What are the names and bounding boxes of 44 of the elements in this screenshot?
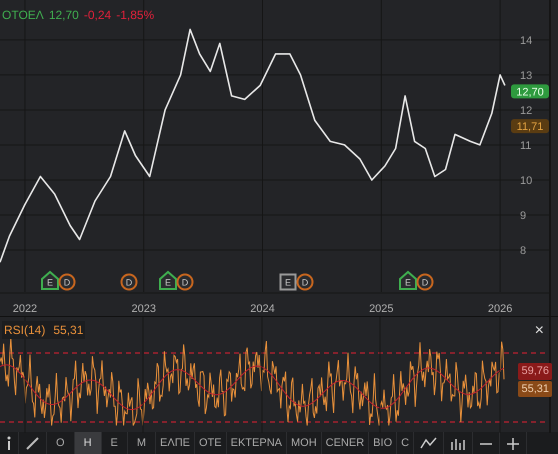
zoom-in-icon[interactable] (506, 436, 520, 450)
price-change: -0,24 (84, 7, 112, 24)
symbol-tab[interactable]: ΕΚΤΕΡΝΑ (226, 432, 287, 454)
line-chart-icon[interactable] (420, 436, 438, 450)
x-axis-label: 2025 (369, 303, 394, 315)
period-tab[interactable]: Ε (102, 432, 128, 454)
y-axis-label: 13 (520, 70, 532, 82)
period-tab[interactable]: Η (74, 432, 102, 454)
symbol-tab[interactable]: ΜΟΗ (286, 432, 322, 454)
period-tab[interactable]: Μ (128, 432, 156, 454)
symbol-tab[interactable]: CENER (322, 432, 370, 454)
y-axis-label: 14 (520, 34, 532, 47)
indicator-value: 55,31 (53, 322, 84, 339)
y-axis-label: 11 (520, 140, 532, 152)
symbol-tab[interactable]: ΟΤΕ (195, 432, 227, 454)
bar-chart-icon[interactable] (450, 436, 466, 450)
dividend-marker[interactable]: D (58, 274, 76, 290)
dividend-marker[interactable]: D (176, 274, 194, 290)
x-axis-label: 2023 (132, 303, 156, 315)
ticker-symbol: ΟΤΟΕΛ (2, 7, 44, 24)
symbol-tab[interactable]: ΕΛΠΕ (156, 432, 195, 454)
x-axis-label: 2024 (250, 303, 275, 315)
indicator-title: RSI(14) (4, 322, 46, 339)
close-button[interactable]: × (534, 323, 544, 339)
indicator-tag: 55,31 (518, 380, 552, 397)
earnings-marker[interactable]: E (280, 274, 296, 290)
y-axis-label: 10 (520, 174, 532, 187)
dividend-marker[interactable]: D (416, 274, 434, 290)
y-axis-label: 9 (520, 210, 526, 222)
dividend-marker[interactable]: D (120, 274, 138, 290)
pencil-icon[interactable] (25, 436, 40, 450)
y-axis-label: 8 (520, 244, 526, 257)
price-tag: 11,71 (511, 119, 549, 134)
x-axis-label: 2022 (12, 303, 38, 315)
dividend-marker[interactable]: D (296, 274, 314, 290)
symbol-tab[interactable]: ΒΙΟ (369, 432, 398, 454)
y-axis-label: 12 (520, 104, 532, 117)
price-tag: 12,70 (511, 84, 549, 98)
price-change-percent: -1,85% (116, 7, 154, 24)
info-icon[interactable] (6, 436, 12, 450)
indicator-tag: 59,76 (518, 363, 552, 380)
symbol-tab[interactable]: C (397, 432, 414, 454)
last-price: 12,70 (48, 7, 79, 24)
x-axis-label: 2026 (488, 303, 512, 315)
